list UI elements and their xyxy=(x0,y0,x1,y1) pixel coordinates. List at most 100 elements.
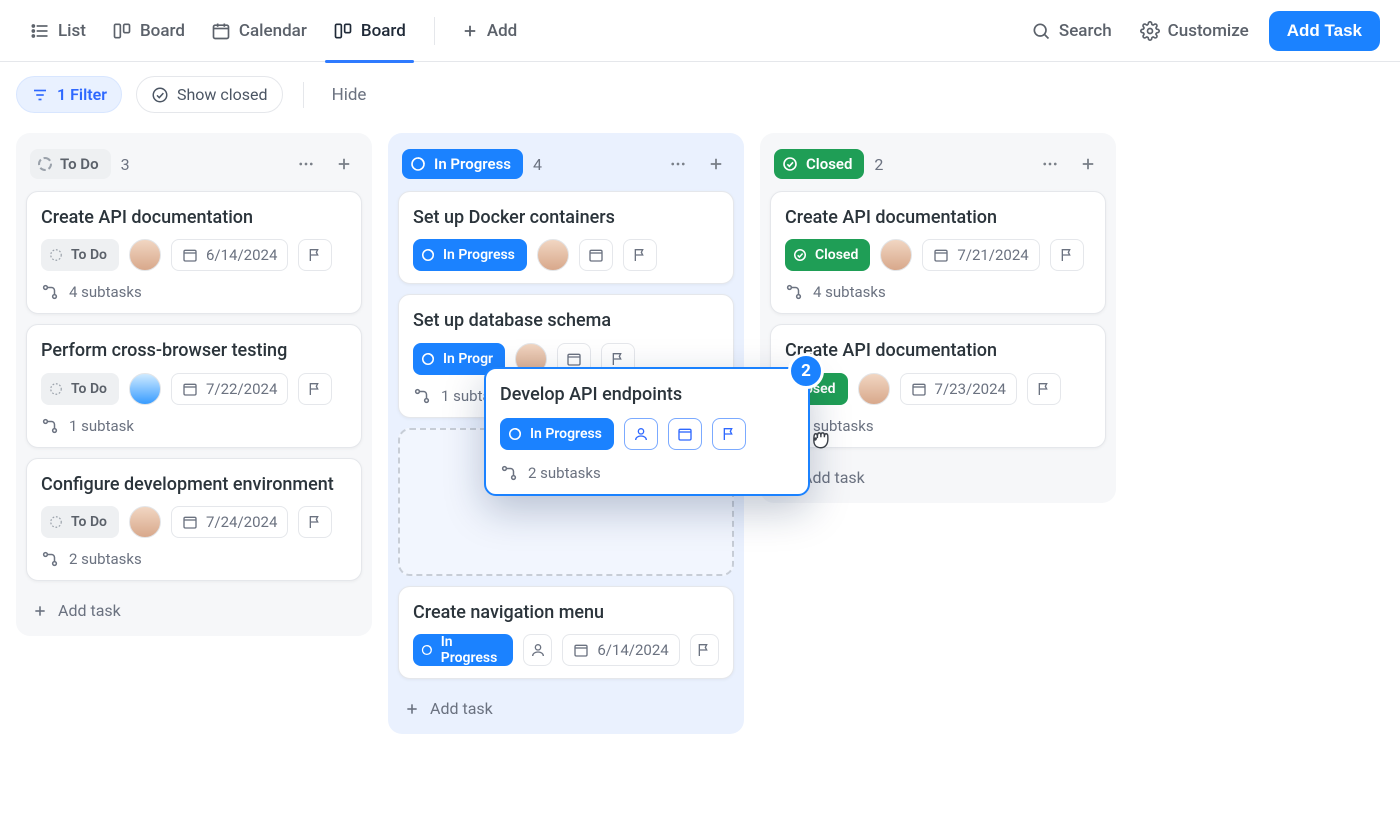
column-menu-button[interactable] xyxy=(664,150,692,178)
view-board[interactable]: Board xyxy=(102,13,195,49)
due-date-button[interactable] xyxy=(668,418,702,450)
plus-icon xyxy=(32,603,48,619)
task-status-chip[interactable]: Closed xyxy=(785,239,870,271)
calendar-icon xyxy=(182,247,198,263)
column-add-task[interactable]: Add task xyxy=(770,458,1106,493)
task-card[interactable]: Create API documentation To Do 6/14/2024… xyxy=(26,191,362,314)
priority-button[interactable] xyxy=(1050,239,1084,271)
status-pill-closed[interactable]: Closed xyxy=(774,149,864,179)
due-date-chip[interactable]: 7/22/2024 xyxy=(171,373,288,405)
assignee-avatar[interactable] xyxy=(129,373,161,405)
status-pill-todo[interactable]: To Do xyxy=(30,149,111,179)
task-status-label: In Progress xyxy=(443,247,515,263)
subtasks-row[interactable]: 1 subtask xyxy=(41,415,347,435)
assignee-avatar[interactable] xyxy=(858,373,890,405)
check-circle-icon xyxy=(793,248,807,262)
task-status-label: In Progress xyxy=(441,634,501,666)
assignee-avatar[interactable] xyxy=(880,239,912,271)
view-calendar[interactable]: Calendar xyxy=(201,13,317,49)
task-card[interactable]: Set up Docker containers In Progress xyxy=(398,191,734,284)
status-pill-in-progress[interactable]: In Progress xyxy=(402,149,523,179)
user-icon xyxy=(633,426,649,442)
show-closed-chip[interactable]: Show closed xyxy=(136,76,283,113)
subtasks-row[interactable]: 4 subtasks xyxy=(785,281,1091,301)
task-meta-row: To Do 7/24/2024 xyxy=(41,506,347,538)
priority-button[interactable] xyxy=(690,634,719,666)
calendar-icon xyxy=(588,247,604,263)
column-add-task[interactable]: Add task xyxy=(398,689,734,724)
add-view-button[interactable]: Add xyxy=(453,15,525,47)
priority-button[interactable] xyxy=(623,239,657,271)
due-date-chip[interactable]: 6/14/2024 xyxy=(171,239,288,271)
task-status-chip[interactable]: To Do xyxy=(41,506,119,538)
due-date-chip[interactable]: 7/24/2024 xyxy=(171,506,288,538)
task-status-chip[interactable]: To Do xyxy=(41,373,119,405)
assignee-button[interactable] xyxy=(624,418,658,450)
priority-button[interactable] xyxy=(298,373,332,405)
dragging-task-card[interactable]: 2 Develop API endpoints In Progress 2 su… xyxy=(484,367,810,496)
column-count: 4 xyxy=(533,155,542,174)
task-status-chip[interactable]: In Progress xyxy=(413,239,527,271)
priority-button[interactable] xyxy=(712,418,746,450)
task-card[interactable]: Create navigation menu In Progress 6/14/… xyxy=(398,586,734,679)
hide-button[interactable]: Hide xyxy=(324,79,375,111)
filter-icon xyxy=(31,86,49,104)
subtasks-row[interactable]: 4 subtasks xyxy=(41,281,347,301)
column-add-task[interactable]: Add task xyxy=(26,591,362,626)
assignee-avatar[interactable] xyxy=(129,239,161,271)
more-icon xyxy=(669,155,687,173)
assignee-button[interactable] xyxy=(523,634,552,666)
column-add-button[interactable] xyxy=(702,150,730,178)
search-button[interactable]: Search xyxy=(1023,15,1120,47)
view-list[interactable]: List xyxy=(20,13,96,49)
check-circle-icon xyxy=(151,86,169,104)
task-status-label: In Progress xyxy=(530,426,602,442)
task-meta-row: To Do 7/22/2024 xyxy=(41,373,347,405)
subtasks-row[interactable]: 2 subtasks xyxy=(41,548,347,568)
filter-chip[interactable]: 1 Filter xyxy=(16,76,122,113)
task-meta-row: In Progress xyxy=(500,418,794,450)
status-ring-icon xyxy=(49,382,63,396)
task-card[interactable]: Perform cross-browser testing To Do 7/22… xyxy=(26,324,362,447)
view-board-active[interactable]: Board xyxy=(323,13,416,49)
due-date-chip[interactable]: 7/21/2024 xyxy=(922,239,1039,271)
due-date-button[interactable] xyxy=(579,239,613,271)
assignee-avatar[interactable] xyxy=(129,506,161,538)
task-status-label: In Progr xyxy=(443,351,493,367)
task-status-chip[interactable]: In Progress xyxy=(500,418,614,450)
task-card[interactable]: Configure development environment To Do … xyxy=(26,458,362,581)
column-add-button[interactable] xyxy=(1074,150,1102,178)
column-add-button[interactable] xyxy=(330,150,358,178)
subtasks-label: 2 subtasks xyxy=(528,464,601,482)
due-date-chip[interactable]: 7/23/2024 xyxy=(900,373,1017,405)
task-status-chip[interactable]: In Progress xyxy=(413,634,513,666)
calendar-icon xyxy=(573,642,589,658)
task-status-chip[interactable]: To Do xyxy=(41,239,119,271)
subtasks-row[interactable]: 2 subtasks xyxy=(500,462,794,482)
view-label: Calendar xyxy=(239,21,307,41)
customize-button[interactable]: Customize xyxy=(1132,15,1257,47)
more-icon xyxy=(297,155,315,173)
drag-count-badge: 2 xyxy=(788,353,824,389)
column-menu-button[interactable] xyxy=(292,150,320,178)
assignee-avatar[interactable] xyxy=(537,239,569,271)
priority-button[interactable] xyxy=(1027,373,1061,405)
due-date-chip[interactable]: 6/14/2024 xyxy=(562,634,679,666)
task-title: Perform cross-browser testing xyxy=(41,339,347,362)
calendar-icon xyxy=(933,247,949,263)
column-header: In Progress 4 xyxy=(398,143,734,181)
filter-bar: 1 Filter Show closed Hide xyxy=(0,62,1400,113)
plus-icon xyxy=(707,155,725,173)
divider xyxy=(303,82,304,108)
more-icon xyxy=(1041,155,1059,173)
task-meta-row: Closed 7/21/2024 xyxy=(785,239,1091,271)
priority-button[interactable] xyxy=(298,506,332,538)
column-menu-button[interactable] xyxy=(1036,150,1064,178)
add-task-button[interactable]: Add Task xyxy=(1269,11,1380,51)
due-date-label: 6/14/2024 xyxy=(597,641,668,659)
search-label: Search xyxy=(1059,21,1112,41)
calendar-icon xyxy=(677,426,693,442)
priority-button[interactable] xyxy=(298,239,332,271)
subtask-icon xyxy=(41,417,59,435)
task-card[interactable]: Create API documentation Closed 7/21/202… xyxy=(770,191,1106,314)
